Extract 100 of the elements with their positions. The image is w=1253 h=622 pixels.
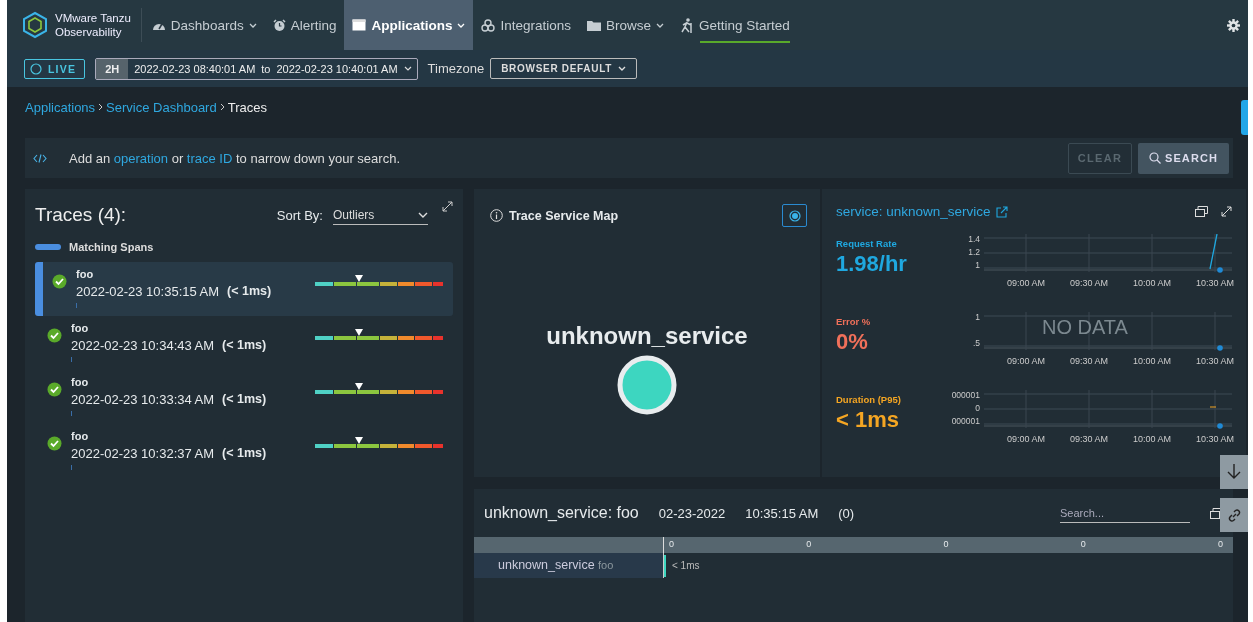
marker-icon xyxy=(355,437,363,444)
axis-tick: 10:30 AM xyxy=(1196,434,1234,444)
search-button[interactable]: SEARCH xyxy=(1138,142,1229,174)
trace-date: 02-23-2022 xyxy=(658,505,726,521)
metric-value: 0% xyxy=(836,329,869,355)
focus-button[interactable] xyxy=(782,204,807,227)
axis-tick: 1.4 xyxy=(968,234,980,244)
trace-time: 2022-02-23 10:32:37 AM xyxy=(71,446,215,461)
trace-duration: (< 1ms) xyxy=(227,284,272,299)
legend-swatch xyxy=(35,244,61,250)
windows-icon[interactable] xyxy=(1195,206,1208,217)
breadcrumb-current: Traces xyxy=(227,99,267,115)
trace-row[interactable]: foo 2022-02-23 10:35:15 AM (< 1ms) xyxy=(35,262,453,316)
expand-icon[interactable] xyxy=(442,200,453,212)
trace-name: foo xyxy=(71,430,90,442)
nav-tab[interactable]: Alerting xyxy=(264,0,345,50)
span-service[interactable]: unknown_service foo xyxy=(474,553,663,578)
panel-title: unknown_service: foo xyxy=(484,504,639,522)
check-icon xyxy=(47,382,62,397)
alarm-clock-icon xyxy=(272,18,286,32)
nav-tab[interactable]: Browse xyxy=(579,0,672,50)
axis-tick: 10:00 AM xyxy=(1133,356,1171,366)
axis-tick: 1 xyxy=(975,260,980,270)
caret-icon xyxy=(656,22,664,28)
query-link[interactable]: operation xyxy=(113,150,169,166)
time-range-to: to xyxy=(261,62,271,75)
caret-icon xyxy=(248,22,257,28)
brand-name: VMware Tanzu xyxy=(55,11,131,25)
panel-title: Trace Service Map xyxy=(509,208,620,223)
service-node[interactable] xyxy=(616,354,678,416)
metric-label: Request Rate xyxy=(836,238,898,249)
timezone-label: Timezone xyxy=(427,61,485,76)
live-button[interactable]: LIVE xyxy=(24,58,86,79)
trace-duration: (< 1ms) xyxy=(222,338,267,353)
metric-value: 1.98/hr xyxy=(836,251,908,277)
breadcrumb-link[interactable]: Service Dashboard xyxy=(106,99,217,115)
metric-value: < 1ms xyxy=(836,407,900,433)
span-count: (0) xyxy=(838,505,855,521)
check-icon xyxy=(52,274,67,289)
trace-name: foo xyxy=(71,322,90,334)
nav-tab[interactable]: Integrations xyxy=(473,0,579,50)
code-icon xyxy=(33,153,47,163)
link-button[interactable] xyxy=(1220,498,1248,532)
axis-tick: 09:30 AM xyxy=(1070,356,1108,366)
search-field[interactable]: Search... xyxy=(1060,503,1190,523)
query-hint: Add an operation or trace ID to narrow down your search. xyxy=(69,150,401,166)
caret-icon xyxy=(418,211,428,218)
axis-tick: 10:00 AM xyxy=(1133,434,1171,444)
panel-title: Traces (4): xyxy=(35,204,128,226)
trace-duration: (< 1ms) xyxy=(222,392,267,407)
span-marker xyxy=(71,465,72,470)
nav-tab[interactable]: Dashboards xyxy=(143,0,265,50)
span-marker xyxy=(71,411,72,416)
sort-dropdown[interactable]: Outliers xyxy=(333,205,428,225)
trace-row[interactable]: foo 2022-02-23 10:32:37 AM (< 1ms) xyxy=(35,424,453,478)
time-range-end: 2022-02-23 10:40:01 AM xyxy=(276,62,398,75)
axis-tick: 09:00 AM xyxy=(1007,356,1045,366)
trace-time: 10:35:15 AM xyxy=(745,505,819,521)
logo-icon xyxy=(21,11,49,39)
nodes-icon xyxy=(481,18,496,32)
trace-row[interactable]: foo 2022-02-23 10:34:43 AM (< 1ms) xyxy=(35,316,453,370)
axis-tick: 09:30 AM xyxy=(1070,278,1108,288)
marker-icon xyxy=(355,275,363,282)
external-link-icon[interactable] xyxy=(995,205,1008,218)
trace-duration: (< 1ms) xyxy=(222,446,267,461)
expand-icon[interactable] xyxy=(1221,206,1232,217)
axis-tick: 000001 xyxy=(951,390,980,400)
service-link[interactable]: service: unknown_service xyxy=(836,204,991,219)
chevron-icon xyxy=(98,103,104,111)
axis-tick: 0 xyxy=(806,539,812,551)
breadcrumb-link[interactable]: Applications xyxy=(25,99,96,115)
axis-tick: 0 xyxy=(1080,539,1086,551)
folder-icon xyxy=(587,19,601,31)
trace-name: foo xyxy=(71,376,90,388)
legend-label: Matching Spans xyxy=(69,241,154,253)
circle-icon xyxy=(30,62,42,75)
axis-tick: 1 xyxy=(975,312,980,322)
query-link[interactable]: trace ID xyxy=(186,150,233,166)
link-icon xyxy=(1226,507,1242,523)
window-icon xyxy=(352,19,367,31)
download-icon xyxy=(1227,464,1241,480)
caret-icon xyxy=(618,66,627,71)
axis-tick: 0 xyxy=(975,403,980,413)
nav-tab[interactable]: Applications xyxy=(344,0,474,50)
time-range-picker[interactable]: 2H 2022-02-23 08:40:01 AM to 2022-02-23 10:40:01 AM xyxy=(95,57,418,80)
axis-tick: 09:00 AM xyxy=(1007,278,1045,288)
axis-tick: 0 xyxy=(943,539,949,551)
trace-name: foo xyxy=(76,268,95,280)
span-duration: < 1ms xyxy=(672,560,700,571)
trace-row[interactable]: foo 2022-02-23 10:33:34 AM (< 1ms) xyxy=(35,370,453,424)
trace-time: 2022-02-23 10:34:43 AM xyxy=(71,338,215,353)
timezone-dropdown[interactable]: BROWSER DEFAULT xyxy=(490,58,638,79)
range-preset[interactable]: 2H xyxy=(96,58,129,79)
axis-tick: 1.2 xyxy=(968,247,980,257)
caret-icon xyxy=(403,66,412,71)
download-button[interactable] xyxy=(1220,455,1248,489)
node-label: unknown_service xyxy=(546,322,748,350)
settings-icon[interactable] xyxy=(1227,18,1240,32)
axis-tick: 0 xyxy=(1217,539,1223,551)
check-icon xyxy=(47,328,62,343)
